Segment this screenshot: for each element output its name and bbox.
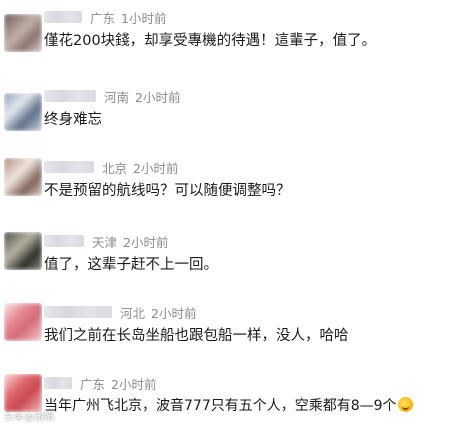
comment-time: 2小时前 [151, 305, 197, 321]
username-blurred[interactable] [44, 11, 82, 23]
comment-time: 2小时前 [123, 234, 169, 250]
comment-time: 2小时前 [135, 89, 181, 105]
username-blurred[interactable] [44, 235, 84, 247]
comment-item: 北京 2小时前 不是预留的航线吗？可以随便调整吗？ [0, 158, 464, 214]
avatar[interactable] [4, 14, 42, 52]
avatar[interactable] [4, 93, 42, 131]
comment-text: 我们之前在长岛坐船也跟包船一样，没人，哈哈 [44, 328, 349, 344]
comment-location: 广东 [80, 376, 106, 392]
comment-item: 河南 2小时前 终身难忘 [0, 87, 464, 143]
comment-location: 天津 [92, 234, 118, 250]
username-blurred[interactable] [44, 306, 112, 318]
comment-meta: 北京 2小时前 [44, 160, 179, 176]
comment-location: 河南 [104, 89, 130, 105]
comment-location: 河北 [120, 305, 146, 321]
comment-text: 不是预留的航线吗？可以随便调整吗？ [44, 183, 291, 199]
comment-meta: 广东 1小时前 [44, 10, 167, 26]
comment-time: 1小时前 [121, 10, 167, 26]
smile-emoji-icon [397, 397, 413, 412]
avatar[interactable] [4, 303, 42, 341]
comment-text: 僅花200块錢，却享受專機的待遇！這輩子，值了。 [44, 33, 377, 49]
watermark: 头条@谢娟 [4, 412, 54, 423]
comment-location: 广东 [90, 10, 116, 26]
avatar[interactable] [4, 374, 42, 412]
comment-location: 北京 [102, 160, 128, 176]
comment-text: 当年广州飞北京，波音777只有五个人，空乘都有8—9个 [44, 395, 413, 415]
comment-text-content: 当年广州飞北京，波音777只有五个人，空乘都有8—9个 [44, 398, 397, 414]
username-blurred[interactable] [44, 161, 94, 173]
comment-meta: 天津 2小时前 [44, 234, 169, 250]
comment-item: 天津 2小时前 值了，这辈子赶不上一回。 [0, 232, 464, 288]
comment-item: 河北 2小时前 我们之前在长岛坐船也跟包船一样，没人，哈哈 [0, 303, 464, 359]
comment-meta: 广东 2小时前 [44, 376, 157, 392]
comment-item: 广东 2小时前 当年广州飞北京，波音777只有五个人，空乘都有8—9个 [0, 374, 464, 425]
comment-item: 广东 1小时前 僅花200块錢，却享受專機的待遇！這輩子，值了。 [0, 8, 464, 64]
username-blurred[interactable] [44, 377, 72, 389]
comment-meta: 河南 2小时前 [44, 89, 181, 105]
avatar[interactable] [4, 232, 42, 270]
comment-text: 终身难忘 [44, 112, 102, 128]
username-blurred[interactable] [44, 90, 96, 102]
comment-time: 2小时前 [111, 376, 157, 392]
comment-text: 值了，这辈子赶不上一回。 [44, 257, 218, 273]
avatar[interactable] [4, 158, 42, 196]
comment-meta: 河北 2小时前 [44, 305, 197, 321]
comment-time: 2小时前 [133, 160, 179, 176]
